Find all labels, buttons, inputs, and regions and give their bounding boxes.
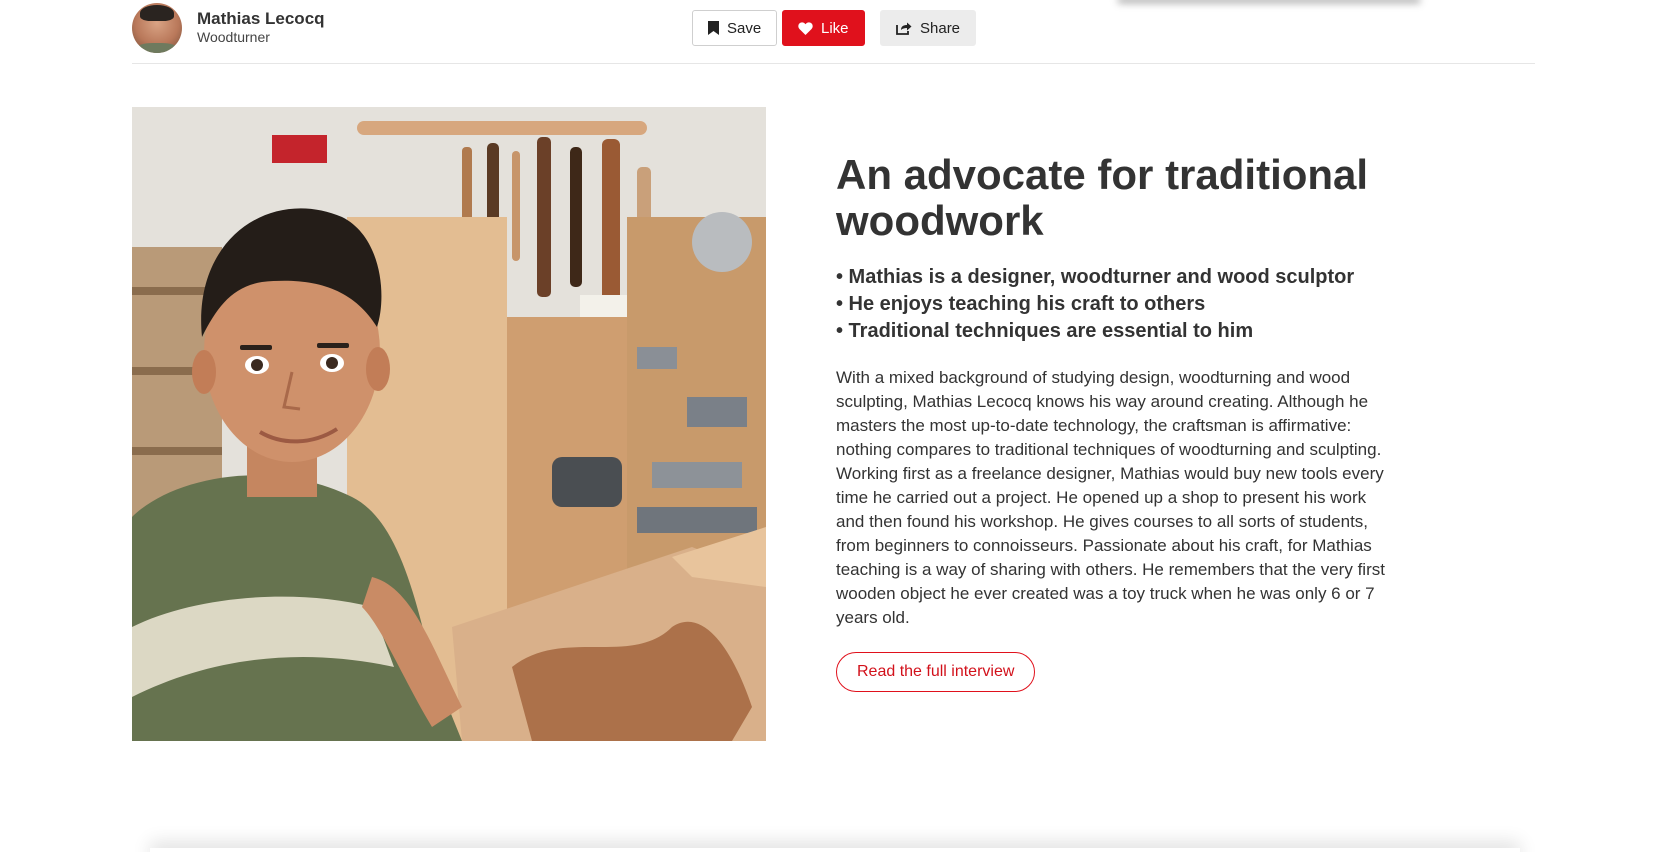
page: Mathias Lecocq Woodturner Save Like Shar… — [0, 0, 1660, 852]
save-button[interactable]: Save — [692, 10, 777, 46]
article-body: With a mixed background of studying desi… — [836, 368, 1385, 627]
read-interview-button[interactable]: Read the full interview — [836, 652, 1036, 692]
key-point: • Mathias is a designer, woodturner and … — [836, 266, 1355, 288]
heart-icon — [798, 21, 813, 35]
share-button[interactable]: Share — [880, 10, 976, 46]
author-name[interactable]: Mathias Lecocq — [197, 9, 325, 29]
share-icon — [896, 22, 912, 35]
like-button[interactable]: Like — [782, 10, 865, 46]
save-button-label: Save — [727, 19, 762, 37]
author-header: Mathias Lecocq Woodturner Save Like Shar… — [132, 0, 1535, 64]
share-button-label: Share — [920, 19, 961, 37]
article-headline: An advocate for traditional woodwork — [836, 151, 1369, 244]
key-point: • Traditional techniques are essential t… — [836, 320, 1254, 342]
like-button-label: Like — [821, 19, 849, 37]
portrait-photo — [132, 107, 766, 741]
key-point: • He enjoys teaching his craft to others — [836, 293, 1206, 315]
avatar-hair — [140, 5, 174, 21]
next-section-shadow — [150, 848, 1520, 852]
avatar-shirt — [136, 43, 178, 53]
bookmark-icon — [708, 21, 719, 35]
workshop-illustration — [132, 107, 766, 741]
avatar[interactable] — [132, 3, 182, 53]
author-role: Woodturner — [197, 29, 270, 45]
key-points-list: • Mathias is a designer, woodturner and … — [836, 264, 1396, 345]
